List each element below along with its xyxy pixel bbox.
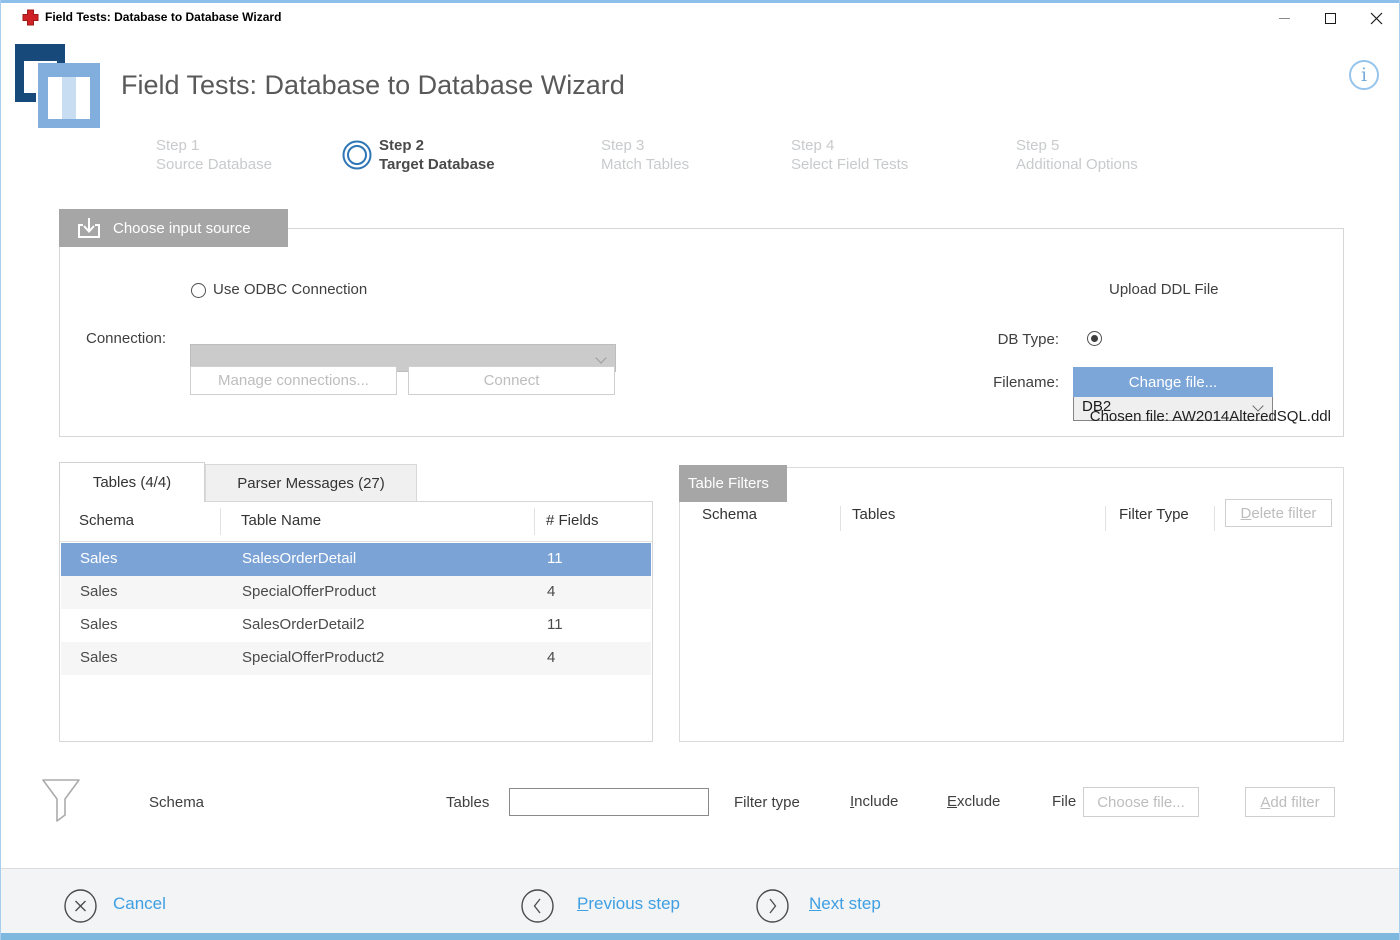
column-divider bbox=[534, 508, 535, 535]
manage-connections-button: Manage connections... bbox=[190, 366, 397, 395]
app-cross-icon bbox=[22, 9, 39, 26]
row-table: SpecialOfferProduct bbox=[242, 583, 376, 600]
next-step-link[interactable]: Next step bbox=[809, 894, 881, 914]
column-divider bbox=[1105, 506, 1106, 531]
info-icon[interactable]: i bbox=[1349, 60, 1379, 90]
table-row[interactable]: Sales SpecialOfferProduct2 4 bbox=[61, 642, 651, 675]
row-table: SalesOrderDetail bbox=[242, 550, 356, 567]
close-icon bbox=[1370, 12, 1383, 25]
chosen-file-text: Chosen file: AW2014AlteredSQL.ddl bbox=[1021, 408, 1331, 425]
filters-col-filter-type: Filter Type bbox=[1119, 506, 1189, 523]
row-fields: 11 bbox=[547, 550, 563, 567]
step-1-source-database: Step 1 Source Database bbox=[156, 136, 272, 174]
tables-grid: Schema Table Name # Fields Sales SalesOr… bbox=[59, 501, 653, 742]
upload-ddl-radio[interactable] bbox=[1087, 331, 1102, 346]
upload-ddl-radio-label[interactable]: Upload DDL File bbox=[1109, 281, 1219, 298]
row-table: SalesOrderDetail2 bbox=[242, 616, 365, 633]
exclude-radio-label[interactable]: Exclude bbox=[947, 793, 1000, 810]
table-row[interactable]: Sales SalesOrderDetail 11 bbox=[61, 543, 651, 576]
step-2-target-database: Step 2 Target Database bbox=[379, 136, 495, 174]
row-schema: Sales bbox=[80, 550, 118, 567]
filter-schema-label: Schema bbox=[149, 794, 204, 811]
step-4-select-field-tests: Step 4 Select Field Tests bbox=[791, 136, 908, 174]
step-3-label: Match Tables bbox=[601, 156, 689, 173]
row-table: SpecialOfferProduct2 bbox=[242, 649, 384, 666]
step-4-label: Select Field Tests bbox=[791, 156, 908, 173]
file-radio-label[interactable]: File bbox=[1052, 793, 1076, 810]
row-fields: 4 bbox=[547, 583, 555, 600]
filter-tables-label: Tables bbox=[446, 794, 489, 811]
column-divider bbox=[840, 506, 841, 531]
table-filters-panel: Schema Tables Filter Type Delete filter bbox=[679, 467, 1344, 742]
step-2-number: Step 2 bbox=[379, 136, 495, 155]
col-schema: Schema bbox=[79, 512, 134, 529]
row-fields: 4 bbox=[547, 649, 555, 666]
cancel-circle-icon[interactable] bbox=[64, 889, 97, 923]
filters-col-schema: Schema bbox=[702, 506, 757, 523]
footer-bar: Cancel Previous step Next step bbox=[1, 868, 1399, 933]
step-5-additional-options: Step 5 Additional Options bbox=[1016, 136, 1138, 174]
filter-tables-input[interactable] bbox=[509, 788, 709, 816]
chevron-down-icon bbox=[595, 352, 606, 363]
step-5-number: Step 5 bbox=[1016, 136, 1138, 155]
window-controls bbox=[1261, 3, 1399, 33]
row-schema: Sales bbox=[80, 583, 118, 600]
col-num-fields: # Fields bbox=[546, 512, 599, 529]
table-filters-header: Table Filters bbox=[679, 465, 787, 502]
include-radio-label[interactable]: Include bbox=[850, 793, 898, 810]
close-button[interactable] bbox=[1353, 3, 1399, 33]
input-source-header: Choose input source bbox=[59, 209, 288, 247]
column-divider bbox=[220, 508, 221, 535]
app-logo bbox=[15, 44, 101, 130]
filter-type-label: Filter type bbox=[734, 794, 800, 811]
step-3-number: Step 3 bbox=[601, 136, 689, 155]
maximize-icon bbox=[1325, 13, 1336, 24]
delete-filter-button: Delete filter bbox=[1225, 499, 1332, 527]
filters-col-tables: Tables bbox=[852, 506, 895, 523]
step-1-label: Source Database bbox=[156, 156, 272, 173]
tables-grid-header: Schema Table Name # Fields bbox=[60, 502, 652, 542]
filename-label: Filename: bbox=[961, 374, 1059, 391]
tab-tables[interactable]: Tables (4/4) bbox=[59, 462, 205, 502]
row-fields: 11 bbox=[547, 616, 563, 633]
column-divider bbox=[1214, 506, 1215, 531]
title-bar[interactable]: Field Tests: Database to Database Wizard bbox=[1, 3, 1399, 33]
step-5-label: Additional Options bbox=[1016, 156, 1138, 173]
step-2-label: Target Database bbox=[379, 156, 495, 173]
previous-circle-icon[interactable] bbox=[521, 889, 554, 923]
odbc-connection-radio[interactable] bbox=[191, 283, 206, 298]
minimize-button[interactable] bbox=[1261, 3, 1307, 33]
cancel-link[interactable]: Cancel bbox=[113, 894, 166, 914]
previous-step-link[interactable]: Previous step bbox=[577, 894, 680, 914]
table-row[interactable]: Sales SalesOrderDetail2 11 bbox=[61, 609, 651, 642]
row-schema: Sales bbox=[80, 649, 118, 666]
download-icon bbox=[75, 216, 103, 240]
odbc-connection-radio-label[interactable]: Use ODBC Connection bbox=[213, 281, 367, 298]
step-4-number: Step 4 bbox=[791, 136, 908, 155]
minimize-icon bbox=[1279, 18, 1290, 19]
col-table-name: Table Name bbox=[241, 512, 321, 529]
funnel-icon bbox=[41, 778, 81, 824]
tab-parser-messages[interactable]: Parser Messages (27) bbox=[205, 464, 417, 502]
add-filter-button: Add filter bbox=[1245, 787, 1335, 817]
connection-label: Connection: bbox=[86, 330, 166, 347]
step-1-number: Step 1 bbox=[156, 136, 272, 155]
wizard-window: Field Tests: Database to Database Wizard… bbox=[0, 0, 1400, 940]
row-schema: Sales bbox=[80, 616, 118, 633]
change-file-button[interactable]: Change file... bbox=[1073, 367, 1273, 397]
page-title: Field Tests: Database to Database Wizard bbox=[121, 70, 625, 101]
connect-button: Connect bbox=[408, 366, 615, 395]
maximize-button[interactable] bbox=[1307, 3, 1353, 33]
next-circle-icon[interactable] bbox=[756, 889, 789, 923]
step-3-match-tables: Step 3 Match Tables bbox=[601, 136, 689, 174]
choose-file-button: Choose file... bbox=[1083, 787, 1199, 817]
db-type-label: DB Type: bbox=[961, 331, 1059, 348]
step-ring-icon bbox=[341, 139, 373, 171]
table-row[interactable]: Sales SpecialOfferProduct 4 bbox=[61, 576, 651, 609]
window-title: Field Tests: Database to Database Wizard bbox=[45, 10, 281, 24]
input-source-header-label: Choose input source bbox=[113, 220, 251, 237]
window-bottom-border bbox=[1, 933, 1399, 940]
